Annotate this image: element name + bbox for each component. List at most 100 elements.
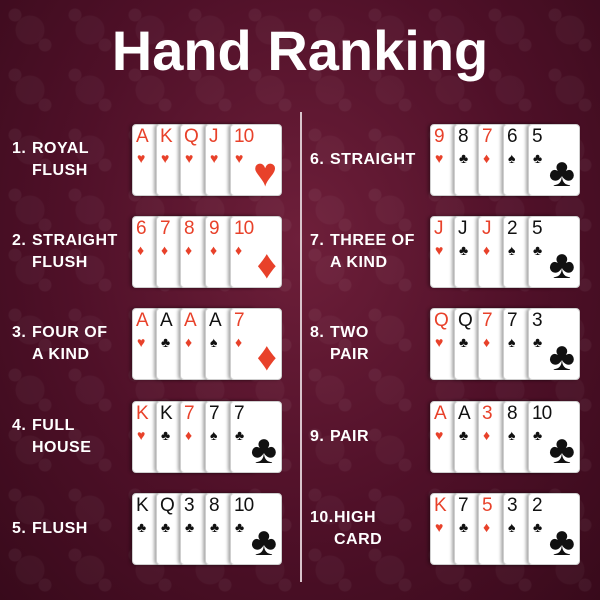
- club-icon: ♣: [185, 519, 195, 535]
- club-icon: ♣: [459, 427, 469, 443]
- card-fan: A ♥ A ♣ 3 ♦ 8 ♠ 10 ♣ ♣: [430, 401, 582, 473]
- card-rank: Q: [458, 310, 473, 331]
- hand-label: 2. STRAIGHT FLUSH: [12, 216, 130, 288]
- hand-name-line: THREE OF: [330, 232, 415, 249]
- diamond-icon: ♦: [235, 242, 243, 258]
- card-rank: 8: [209, 495, 220, 516]
- card-rank: 9: [434, 126, 445, 147]
- card-rank: J: [434, 218, 443, 239]
- card-fan: A ♥ A ♣ A ♦ A ♠ 7 ♦ ♦: [132, 308, 284, 380]
- hand-number: 4.: [12, 417, 27, 434]
- card-fan: 6 ♦ 7 ♦ 8 ♦ 9 ♦ 10 ♦ ♦: [132, 216, 284, 288]
- card-fan: K ♣ Q ♣ 3 ♣ 8 ♣ 10 ♣ ♣: [132, 493, 284, 565]
- card-rank: Q: [434, 310, 449, 331]
- card-rank: A: [458, 403, 471, 424]
- club-icon: ♣: [459, 150, 469, 166]
- hand-name-line: FLUSH: [32, 520, 88, 537]
- club-icon: ♣: [459, 242, 469, 258]
- hand-5: 5. FLUSH K ♣ Q ♣ 3 ♣ 8 ♣ 10 ♣ ♣: [0, 493, 290, 565]
- hand-label: 4. FULL HOUSE: [12, 401, 130, 473]
- spade-icon: ♠: [508, 242, 516, 258]
- heart-icon: ♥: [435, 519, 444, 535]
- club-icon: ♣: [533, 334, 543, 350]
- hand-name-line: ROYAL: [32, 140, 90, 157]
- club-icon: ♣: [533, 427, 543, 443]
- heart-icon: ♥: [137, 150, 146, 166]
- diamond-icon: ♦: [256, 243, 277, 287]
- club-icon: ♣: [533, 150, 543, 166]
- hand-9: 9. PAIR A ♥ A ♣ 3 ♦ 8 ♠ 10 ♣ ♣: [298, 401, 588, 473]
- heart-icon: ♥: [435, 334, 444, 350]
- hand-number: 1.: [12, 140, 27, 157]
- card-rank: 10: [234, 495, 254, 516]
- hand-label: 10. HIGH CARD: [310, 493, 428, 565]
- club-icon: ♣: [459, 334, 469, 350]
- playing-card: 7 ♦ ♦: [230, 308, 282, 380]
- club-icon: ♣: [161, 334, 171, 350]
- hand-4: 4. FULL HOUSE K ♥ K ♣ 7 ♦ 7 ♠ 7 ♣ ♣: [0, 401, 290, 473]
- hand-number: 3.: [12, 324, 27, 341]
- card-rank: A: [184, 310, 197, 331]
- card-rank: J: [482, 218, 491, 239]
- diamond-icon: ♦: [483, 150, 491, 166]
- card-rank: Q: [184, 126, 199, 147]
- hand-name-line: FULL: [32, 417, 75, 434]
- card-rank: 8: [458, 126, 469, 147]
- hand-name-line: STRAIGHT: [330, 151, 416, 168]
- hand-number: 2.: [12, 232, 27, 249]
- diamond-icon: ♦: [483, 427, 491, 443]
- playing-card: 5 ♣ ♣: [528, 216, 580, 288]
- diamond-icon: ♦: [161, 242, 169, 258]
- heart-icon: ♥: [137, 427, 146, 443]
- diamond-icon: ♦: [256, 335, 277, 379]
- card-rank: 7: [234, 310, 245, 331]
- heart-icon: ♥: [435, 427, 444, 443]
- hand-number: 5.: [12, 520, 27, 537]
- club-icon: ♣: [533, 519, 543, 535]
- diamond-icon: ♦: [210, 242, 218, 258]
- spade-icon: ♠: [508, 334, 516, 350]
- playing-card: 10 ♦ ♦: [230, 216, 282, 288]
- club-icon: ♣: [548, 151, 575, 195]
- hand-label: 9. PAIR: [310, 401, 428, 473]
- club-icon: ♣: [235, 519, 245, 535]
- card-rank: 10: [234, 218, 254, 239]
- hand-name-line: TWO: [330, 324, 369, 341]
- card-fan: A ♥ K ♥ Q ♥ J ♥ 10 ♥ ♥: [132, 124, 284, 196]
- card-fan: 9 ♥ 8 ♣ 7 ♦ 6 ♠ 5 ♣ ♣: [430, 124, 582, 196]
- playing-card: 2 ♣ ♣: [528, 493, 580, 565]
- hand-7: 7. THREE OF A KIND J ♥ J ♣ J ♦ 2 ♠ 5 ♣ ♣: [298, 216, 588, 288]
- card-rank: 10: [234, 126, 254, 147]
- hand-name-line: A KIND: [330, 254, 388, 271]
- card-fan: K ♥ 7 ♣ 5 ♦ 3 ♠ 2 ♣ ♣: [430, 493, 582, 565]
- card-rank: K: [136, 403, 149, 424]
- playing-card: 10 ♣ ♣: [230, 493, 282, 565]
- club-icon: ♣: [548, 428, 575, 472]
- hand-label: 1. ROYAL FLUSH: [12, 124, 130, 196]
- card-rank: A: [434, 403, 447, 424]
- hand-label: 6. STRAIGHT: [310, 124, 428, 196]
- playing-card: 5 ♣ ♣: [528, 124, 580, 196]
- card-rank: 7: [482, 310, 493, 331]
- card-rank: 3: [482, 403, 493, 424]
- spade-icon: ♠: [210, 334, 218, 350]
- card-rank: 3: [184, 495, 195, 516]
- card-rank: 8: [507, 403, 518, 424]
- diamond-icon: ♦: [483, 519, 491, 535]
- card-rank: K: [434, 495, 447, 516]
- club-icon: ♣: [548, 520, 575, 564]
- club-icon: ♣: [250, 428, 277, 472]
- club-icon: ♣: [548, 335, 575, 379]
- hand-label: 3. FOUR OF A KIND: [12, 308, 130, 380]
- hand-6: 6. STRAIGHT 9 ♥ 8 ♣ 7 ♦ 6 ♠ 5 ♣ ♣: [298, 124, 588, 196]
- hand-name-line: A KIND: [32, 346, 90, 363]
- playing-card: 10 ♥ ♥: [230, 124, 282, 196]
- playing-card: 3 ♣ ♣: [528, 308, 580, 380]
- heart-icon: ♥: [137, 334, 146, 350]
- hand-number: 7.: [310, 232, 325, 249]
- club-icon: ♣: [548, 243, 575, 287]
- card-rank: 3: [507, 495, 518, 516]
- heart-icon: ♥: [235, 150, 244, 166]
- card-rank: 7: [507, 310, 518, 331]
- card-rank: 7: [184, 403, 195, 424]
